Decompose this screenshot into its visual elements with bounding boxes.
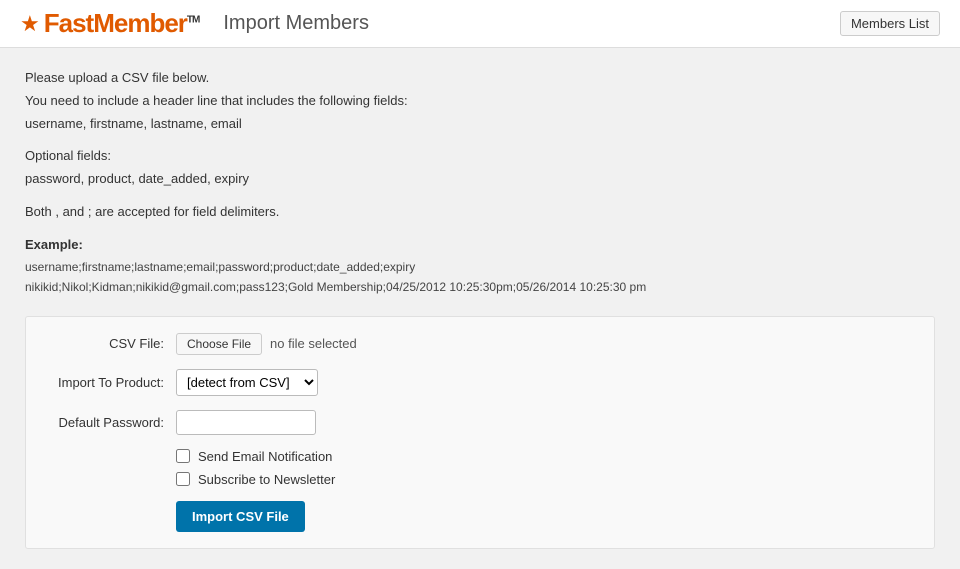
- import-product-label: Import To Product:: [46, 375, 176, 390]
- page-title: Import Members: [223, 12, 369, 35]
- send-email-checkbox[interactable]: [176, 449, 190, 463]
- logo-tm: TM: [187, 14, 199, 25]
- main-content: Please upload a CSV file below. You need…: [0, 48, 960, 569]
- choose-file-button[interactable]: Choose File: [176, 333, 262, 355]
- example-header: username;firstname;lastname;email;passwo…: [25, 258, 935, 276]
- send-email-row: Send Email Notification: [176, 449, 914, 464]
- send-email-label[interactable]: Send Email Notification: [198, 449, 332, 464]
- default-password-label: Default Password:: [46, 415, 176, 430]
- example-label: Example:: [25, 235, 935, 256]
- subscribe-checkbox[interactable]: [176, 472, 190, 486]
- logo-member: Member: [93, 8, 187, 38]
- logo-fast: Fast: [44, 8, 93, 38]
- form-section: CSV File: Choose File no file selected I…: [25, 316, 935, 549]
- csv-file-row: CSV File: Choose File no file selected: [46, 333, 914, 355]
- members-list-button[interactable]: Members List: [840, 11, 940, 36]
- import-csv-button[interactable]: Import CSV File: [176, 501, 305, 532]
- optional-label: Optional fields:: [25, 146, 935, 167]
- checkbox-group: Send Email Notification Subscribe to New…: [176, 449, 914, 487]
- import-product-row: Import To Product: [detect from CSV]Gold…: [46, 369, 914, 396]
- delimiters-text: Both , and ; are accepted for field deli…: [25, 202, 935, 223]
- product-select[interactable]: [detect from CSV]Gold MembershipSilver M…: [176, 369, 318, 396]
- default-password-row: Default Password:: [46, 410, 914, 435]
- default-password-input[interactable]: [176, 410, 316, 435]
- csv-file-label: CSV File:: [46, 336, 176, 351]
- instruction-line3: username, firstname, lastname, email: [25, 114, 935, 135]
- optional-fields: password, product, date_added, expiry: [25, 169, 935, 190]
- example-data: nikikid;Nikol;Kidman;nikikid@gmail.com;p…: [25, 278, 935, 296]
- instructions: Please upload a CSV file below. You need…: [25, 68, 935, 296]
- logo-icon: ★: [20, 11, 40, 37]
- logo: ★ FastMemberTM: [20, 8, 199, 39]
- instruction-line1: Please upload a CSV file below.: [25, 68, 935, 89]
- logo-text: FastMemberTM: [44, 8, 200, 39]
- header: ★ FastMemberTM Import Members Members Li…: [0, 0, 960, 48]
- no-file-text: no file selected: [270, 336, 357, 351]
- subscribe-row: Subscribe to Newsletter: [176, 472, 914, 487]
- instruction-line2: You need to include a header line that i…: [25, 91, 935, 112]
- subscribe-label[interactable]: Subscribe to Newsletter: [198, 472, 335, 487]
- import-button-row: Import CSV File: [46, 501, 914, 532]
